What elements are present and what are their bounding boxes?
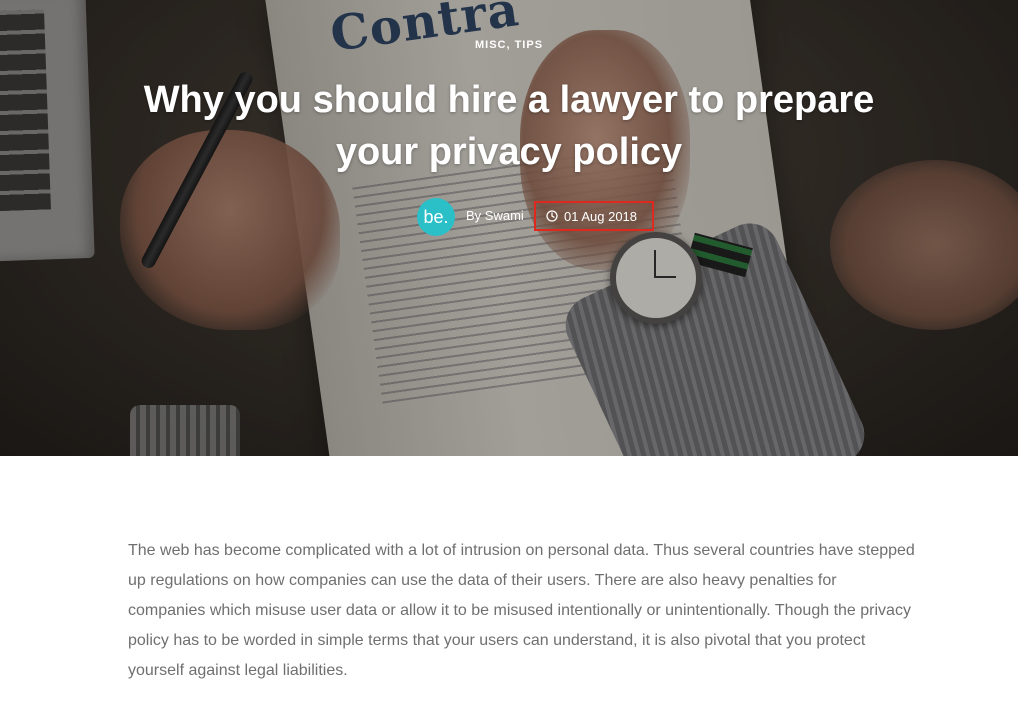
post-date-text: 01 Aug 2018 (564, 208, 638, 224)
post-date: 01 Aug 2018 (534, 201, 654, 231)
hero-content: MISC, TIPS Why you should hire a lawyer … (0, 0, 1018, 456)
clock-icon (546, 210, 558, 222)
article-body: The web has become complicated with a lo… (128, 536, 918, 686)
post-meta: be. By Swami 01 Aug 2018 (0, 197, 1018, 237)
article-paragraph: The web has become complicated with a lo… (128, 542, 915, 679)
author-name[interactable]: By Swami (466, 208, 524, 223)
hero-banner: Contra MISC, TIPS Why you should hire a … (0, 0, 1018, 456)
post-title: Why you should hire a lawyer to prepare … (143, 79, 875, 173)
post-categories[interactable]: MISC, TIPS (0, 39, 1018, 51)
author-avatar[interactable]: be. (417, 198, 455, 236)
